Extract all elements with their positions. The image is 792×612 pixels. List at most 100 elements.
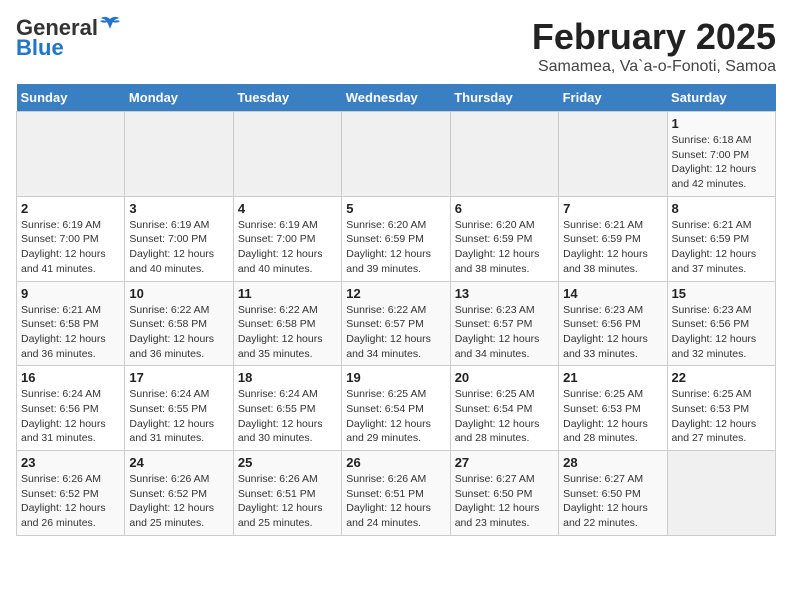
- header-monday: Monday: [125, 84, 233, 112]
- logo: General Blue: [16, 16, 121, 60]
- calendar-cell: 9Sunrise: 6:21 AM Sunset: 6:58 PM Daylig…: [17, 281, 125, 366]
- page-subtitle: Samamea, Va`a-o-Fonoti, Samoa: [532, 58, 776, 76]
- calendar-header: Sunday Monday Tuesday Wednesday Thursday…: [17, 84, 776, 112]
- day-number: 14: [563, 286, 662, 301]
- day-number: 22: [672, 370, 771, 385]
- calendar-cell: 22Sunrise: 6:25 AM Sunset: 6:53 PM Dayli…: [667, 366, 775, 451]
- calendar-cell: 27 Sunrise: 6:27 AM Sunset: 6:50 PM Dayli…: [450, 451, 558, 536]
- calendar-cell: 14 Sunrise: 6:23 AM Sunset: 6:56 PM Dayli…: [559, 281, 667, 366]
- calendar-cell: 15Sunrise: 6:23 AM Sunset: 6:56 PM Dayli…: [667, 281, 775, 366]
- day-info: Sunrise: 6:22 AM Sunset: 6:58 PM Dayligh…: [238, 303, 337, 362]
- day-info: Sunrise: 6:24 AM Sunset: 6:55 PM Dayligh…: [238, 387, 337, 446]
- day-number: 28: [563, 455, 662, 470]
- logo-blue-text: Blue: [16, 36, 64, 60]
- calendar-cell: 8 Sunrise: 6:21 AM Sunset: 6:59 PM Daylig…: [667, 196, 775, 281]
- day-number: 21: [563, 370, 662, 385]
- calendar-cell: 6 Sunrise: 6:20 AM Sunset: 6:59 PM Daylig…: [450, 196, 558, 281]
- day-info: Sunrise: 6:26 AM Sunset: 6:51 PM Dayligh…: [346, 472, 445, 531]
- day-info: Sunrise: 6:21 AM Sunset: 6:58 PM Dayligh…: [21, 303, 120, 362]
- page-title: February 2025: [532, 16, 776, 58]
- day-info: Sunrise: 6:23 AM Sunset: 6:57 PM Dayligh…: [455, 303, 554, 362]
- day-info: Sunrise: 6:21 AM Sunset: 6:59 PM Dayligh…: [672, 218, 771, 277]
- calendar-cell: 28 Sunrise: 6:27 AM Sunset: 6:50 PM Dayli…: [559, 451, 667, 536]
- calendar-week-row: 1 Sunrise: 6:18 AM Sunset: 7:00 PM Daylig…: [17, 112, 776, 197]
- header-wednesday: Wednesday: [342, 84, 450, 112]
- calendar-cell: [342, 112, 450, 197]
- day-number: 5: [346, 201, 445, 216]
- day-info: Sunrise: 6:19 AM Sunset: 7:00 PM Dayligh…: [21, 218, 120, 277]
- day-info: Sunrise: 6:25 AM Sunset: 6:54 PM Dayligh…: [346, 387, 445, 446]
- day-info: Sunrise: 6:27 AM Sunset: 6:50 PM Dayligh…: [455, 472, 554, 531]
- calendar-cell: 18 Sunrise: 6:24 AM Sunset: 6:55 PM Dayli…: [233, 366, 341, 451]
- day-number: 12: [346, 286, 445, 301]
- day-number: 24: [129, 455, 228, 470]
- calendar-cell: 26 Sunrise: 6:26 AM Sunset: 6:51 PM Dayli…: [342, 451, 450, 536]
- day-info: Sunrise: 6:25 AM Sunset: 6:54 PM Dayligh…: [455, 387, 554, 446]
- header-tuesday: Tuesday: [233, 84, 341, 112]
- calendar-body: 1 Sunrise: 6:18 AM Sunset: 7:00 PM Daylig…: [17, 112, 776, 536]
- calendar-cell: 10 Sunrise: 6:22 AM Sunset: 6:58 PM Dayli…: [125, 281, 233, 366]
- header: General Blue February 2025 Samamea, Va`a…: [16, 16, 776, 76]
- day-info: Sunrise: 6:20 AM Sunset: 6:59 PM Dayligh…: [455, 218, 554, 277]
- header-row: Sunday Monday Tuesday Wednesday Thursday…: [17, 84, 776, 112]
- header-friday: Friday: [559, 84, 667, 112]
- day-info: Sunrise: 6:21 AM Sunset: 6:59 PM Dayligh…: [563, 218, 662, 277]
- calendar-cell: 7 Sunrise: 6:21 AM Sunset: 6:59 PM Daylig…: [559, 196, 667, 281]
- day-info: Sunrise: 6:19 AM Sunset: 7:00 PM Dayligh…: [129, 218, 228, 277]
- calendar-cell: 16 Sunrise: 6:24 AM Sunset: 6:56 PM Dayli…: [17, 366, 125, 451]
- day-number: 15: [672, 286, 771, 301]
- day-number: 8: [672, 201, 771, 216]
- day-info: Sunrise: 6:18 AM Sunset: 7:00 PM Dayligh…: [672, 133, 771, 192]
- day-number: 19: [346, 370, 445, 385]
- calendar-week-row: 16 Sunrise: 6:24 AM Sunset: 6:56 PM Dayli…: [17, 366, 776, 451]
- day-number: 23: [21, 455, 120, 470]
- day-number: 13: [455, 286, 554, 301]
- calendar-cell: 25Sunrise: 6:26 AM Sunset: 6:51 PM Dayli…: [233, 451, 341, 536]
- day-number: 6: [455, 201, 554, 216]
- calendar-cell: 3Sunrise: 6:19 AM Sunset: 7:00 PM Daylig…: [125, 196, 233, 281]
- calendar-cell: 4 Sunrise: 6:19 AM Sunset: 7:00 PM Daylig…: [233, 196, 341, 281]
- header-thursday: Thursday: [450, 84, 558, 112]
- calendar-week-row: 9Sunrise: 6:21 AM Sunset: 6:58 PM Daylig…: [17, 281, 776, 366]
- calendar-cell: 1 Sunrise: 6:18 AM Sunset: 7:00 PM Daylig…: [667, 112, 775, 197]
- day-number: 25: [238, 455, 337, 470]
- day-info: Sunrise: 6:26 AM Sunset: 6:52 PM Dayligh…: [129, 472, 228, 531]
- calendar-cell: [667, 451, 775, 536]
- day-number: 7: [563, 201, 662, 216]
- calendar-cell: 13 Sunrise: 6:23 AM Sunset: 6:57 PM Dayli…: [450, 281, 558, 366]
- day-number: 1: [672, 116, 771, 131]
- day-number: 18: [238, 370, 337, 385]
- day-number: 10: [129, 286, 228, 301]
- day-info: Sunrise: 6:24 AM Sunset: 6:55 PM Dayligh…: [129, 387, 228, 446]
- day-info: Sunrise: 6:26 AM Sunset: 6:52 PM Dayligh…: [21, 472, 120, 531]
- day-info: Sunrise: 6:20 AM Sunset: 6:59 PM Dayligh…: [346, 218, 445, 277]
- day-info: Sunrise: 6:22 AM Sunset: 6:58 PM Dayligh…: [129, 303, 228, 362]
- calendar-cell: 17 Sunrise: 6:24 AM Sunset: 6:55 PM Dayli…: [125, 366, 233, 451]
- day-number: 16: [21, 370, 120, 385]
- calendar-cell: 20 Sunrise: 6:25 AM Sunset: 6:54 PM Dayli…: [450, 366, 558, 451]
- day-info: Sunrise: 6:27 AM Sunset: 6:50 PM Dayligh…: [563, 472, 662, 531]
- day-number: 27: [455, 455, 554, 470]
- day-number: 17: [129, 370, 228, 385]
- day-number: 20: [455, 370, 554, 385]
- day-number: 4: [238, 201, 337, 216]
- day-info: Sunrise: 6:24 AM Sunset: 6:56 PM Dayligh…: [21, 387, 120, 446]
- calendar-cell: 21Sunrise: 6:25 AM Sunset: 6:53 PM Dayli…: [559, 366, 667, 451]
- calendar-cell: [125, 112, 233, 197]
- calendar-cell: 12Sunrise: 6:22 AM Sunset: 6:57 PM Dayli…: [342, 281, 450, 366]
- day-number: 26: [346, 455, 445, 470]
- title-block: February 2025 Samamea, Va`a-o-Fonoti, Sa…: [532, 16, 776, 76]
- day-number: 11: [238, 286, 337, 301]
- day-info: Sunrise: 6:23 AM Sunset: 6:56 PM Dayligh…: [563, 303, 662, 362]
- header-saturday: Saturday: [667, 84, 775, 112]
- calendar-cell: 24 Sunrise: 6:26 AM Sunset: 6:52 PM Dayli…: [125, 451, 233, 536]
- calendar-cell: 11 Sunrise: 6:22 AM Sunset: 6:58 PM Dayli…: [233, 281, 341, 366]
- calendar-cell: 23 Sunrise: 6:26 AM Sunset: 6:52 PM Dayli…: [17, 451, 125, 536]
- calendar-cell: 5 Sunrise: 6:20 AM Sunset: 6:59 PM Daylig…: [342, 196, 450, 281]
- calendar-cell: [17, 112, 125, 197]
- header-sunday: Sunday: [17, 84, 125, 112]
- calendar-week-row: 2Sunrise: 6:19 AM Sunset: 7:00 PM Daylig…: [17, 196, 776, 281]
- calendar-cell: 19 Sunrise: 6:25 AM Sunset: 6:54 PM Dayli…: [342, 366, 450, 451]
- logo-bird-icon: [99, 15, 121, 37]
- day-info: Sunrise: 6:19 AM Sunset: 7:00 PM Dayligh…: [238, 218, 337, 277]
